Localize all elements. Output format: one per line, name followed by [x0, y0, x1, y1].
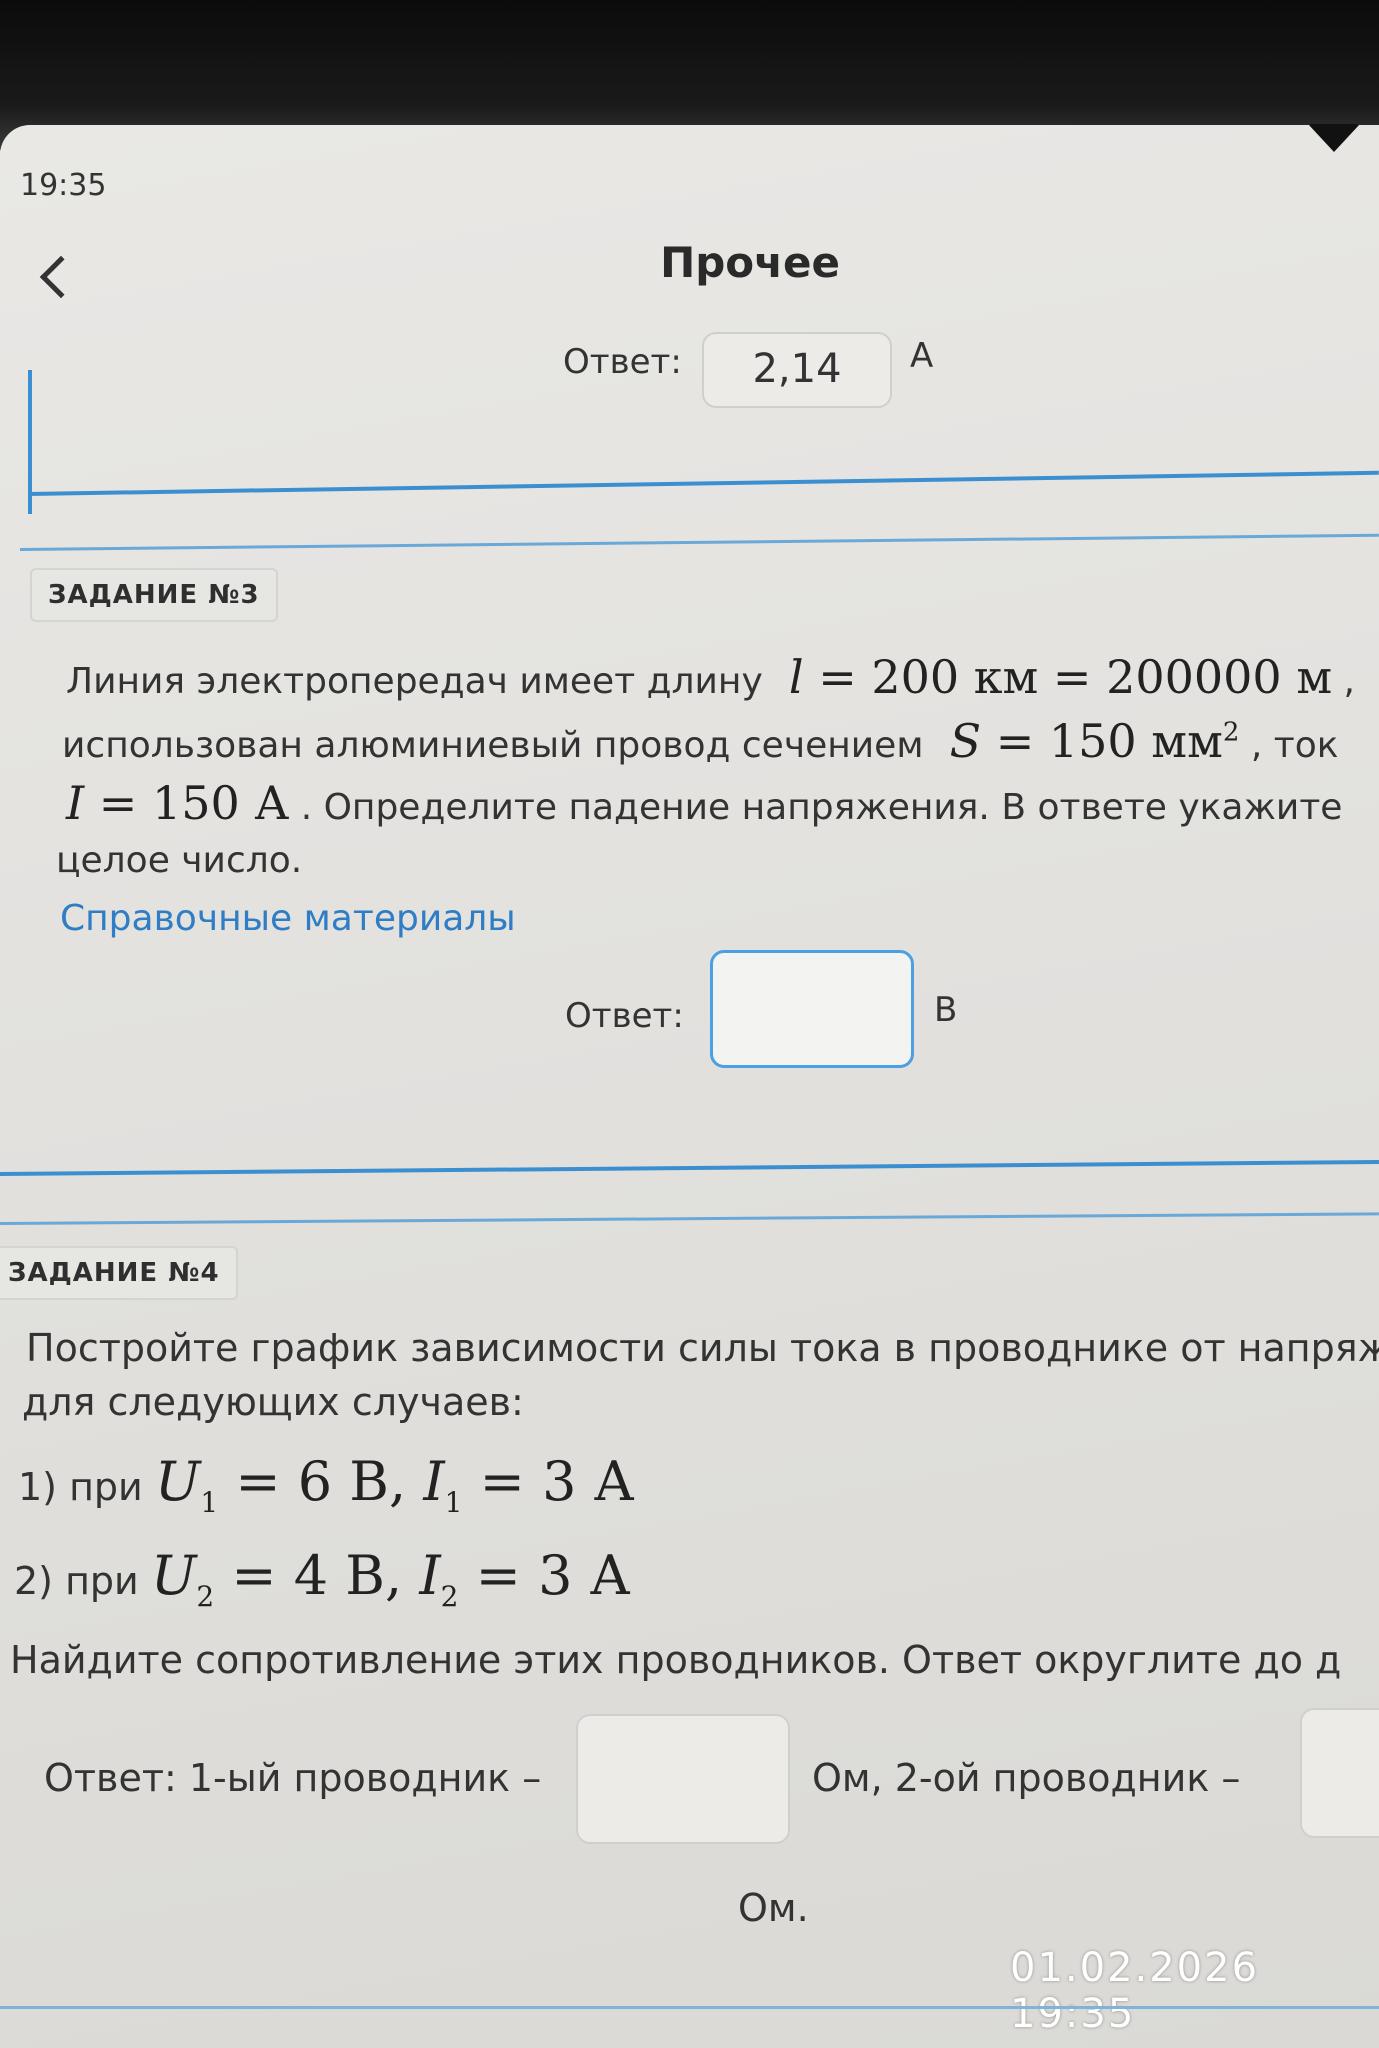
math-sub: 2	[196, 1579, 215, 1613]
math-eq: = 3 А	[475, 1544, 631, 1607]
math-eq: = 3 А	[479, 1450, 635, 1513]
task4-answer-label1: Ответ: 1-ый проводник –	[44, 1756, 542, 1800]
page-title: Прочее	[660, 238, 840, 287]
task4-answer-label2: Ом, 2-ой проводник –	[812, 1756, 1241, 1800]
reference-materials-link[interactable]: Справочные материалы	[60, 898, 516, 939]
math-sup: 2	[1222, 717, 1240, 748]
math-eq: = 6 В,	[235, 1450, 407, 1513]
case-prefix: 1) при	[18, 1465, 143, 1509]
math-var: I	[66, 776, 85, 830]
task3-line2: использован алюминиевый провод сечением …	[62, 714, 1339, 768]
math-var: I	[419, 1544, 441, 1607]
math-var: U	[150, 1544, 197, 1607]
task4-tag: ЗАДАНИЕ №4	[0, 1246, 238, 1300]
task3-line1-text: Линия электропередач имеет длину	[66, 661, 763, 702]
math-sub: 1	[200, 1485, 219, 1519]
task2-answer-label: Ответ:	[563, 342, 682, 382]
task4-line1: Постройте график зависимости силы тока в…	[26, 1326, 1379, 1370]
task4-answer-input2[interactable]	[1300, 1708, 1379, 1838]
status-time: 19:35	[20, 168, 107, 203]
math-formula: S = 150 мм2	[935, 714, 1240, 768]
task4-case1: 1) при U1 = 6 В, I1 = 3 А	[18, 1450, 634, 1519]
math-var: l	[788, 650, 804, 704]
task3-unit: В	[934, 990, 958, 1030]
card-border	[0, 2006, 1379, 2009]
task3-line2-text: использован алюминиевый провод сечением	[62, 725, 924, 766]
task4-find-line: Найдите сопротивление этих проводников. …	[10, 1638, 1342, 1682]
task3-answer-label: Ответ:	[565, 996, 684, 1036]
case-prefix: 2) при	[14, 1559, 139, 1603]
math-formula: U1 = 6 В, I1 = 3 А	[154, 1450, 635, 1519]
math-tail: , ток	[1239, 725, 1339, 766]
task4-answer-input1[interactable]	[576, 1714, 790, 1844]
math-sub: 1	[444, 1485, 463, 1519]
math-var: S	[949, 714, 982, 768]
math-eq: = 150 мм	[995, 714, 1223, 768]
math-eq: = 150 А	[98, 776, 290, 830]
task3-line3-text: . Определите падение напряжения. В ответ…	[300, 787, 1343, 828]
task3-line4: целое число.	[56, 840, 303, 881]
photo-timestamp: 01.02.2026 19:35	[1010, 1945, 1260, 2037]
math-formula: U2 = 4 В, I2 = 3 А	[150, 1544, 631, 1613]
math-eq: = 200 км = 200000 м	[818, 650, 1333, 704]
wifi-icon	[1308, 124, 1360, 152]
math-eq: = 4 В,	[231, 1544, 403, 1607]
math-var: I	[423, 1450, 445, 1513]
math-formula: I = 150 А	[66, 776, 289, 830]
task2-answer-input[interactable]: 2,14	[702, 332, 892, 408]
math-tail: ,	[1332, 661, 1355, 702]
math-formula: l = 200 км = 200000 м	[774, 650, 1332, 704]
task4-case2: 2) при U2 = 4 В, I2 = 3 А	[14, 1544, 630, 1613]
task3-line1: Линия электропередач имеет длину l = 200…	[66, 650, 1355, 704]
math-var: U	[154, 1450, 201, 1513]
task4-unit-last: Ом.	[738, 1886, 809, 1930]
task3-tag: ЗАДАНИЕ №3	[30, 568, 278, 622]
task3-answer-input[interactable]	[710, 950, 914, 1068]
task4-line2: для следующих случаев:	[22, 1380, 524, 1424]
math-sub: 2	[440, 1579, 459, 1613]
task2-unit: А	[910, 336, 934, 376]
task3-line3: I = 150 А . Определите падение напряжени…	[66, 776, 1342, 830]
